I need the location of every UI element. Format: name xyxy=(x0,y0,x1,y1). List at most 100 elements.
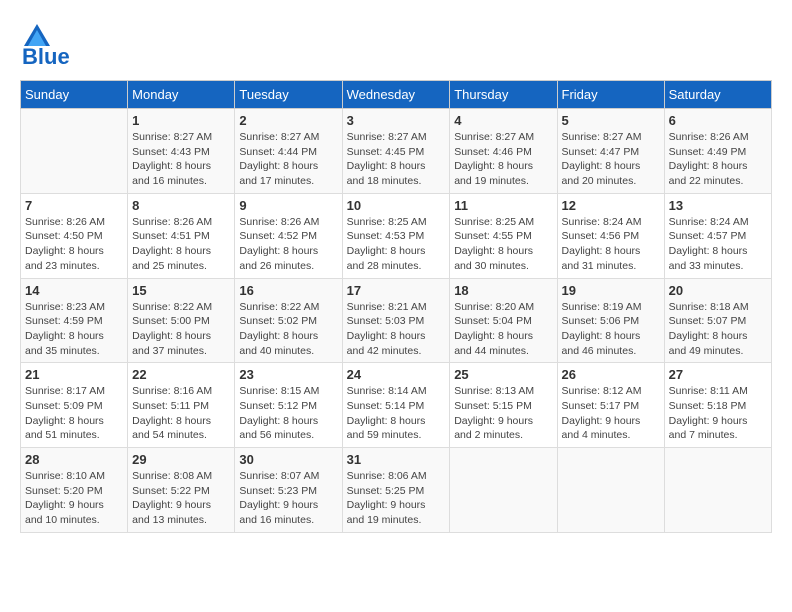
day-info: Sunrise: 8:27 AMSunset: 4:43 PMDaylight:… xyxy=(132,130,230,189)
day-number: 10 xyxy=(347,198,446,213)
calendar-cell: 16Sunrise: 8:22 AMSunset: 5:02 PMDayligh… xyxy=(235,278,342,363)
calendar-cell: 20 Sunrise: 8:18 AMSunset: 5:07 PMDayligh… xyxy=(664,278,771,363)
header-day-thursday: Thursday xyxy=(450,81,557,109)
calendar-table: SundayMondayTuesdayWednesdayThursdayFrid… xyxy=(20,80,772,533)
day-number: 6 xyxy=(669,113,767,128)
calendar-body: 1 Sunrise: 8:27 AMSunset: 4:43 PMDaylight… xyxy=(21,109,772,533)
calendar-cell: 2Sunrise: 8:27 AMSunset: 4:44 PMDaylight… xyxy=(235,109,342,194)
day-info: Sunrise: 8:25 AMSunset: 4:55 PMDaylight:… xyxy=(454,215,552,274)
day-info: Sunrise: 8:26 AMSunset: 4:51 PMDaylight:… xyxy=(132,215,230,274)
calendar-cell: 11 Sunrise: 8:25 AMSunset: 4:55 PMDayligh… xyxy=(450,193,557,278)
day-number: 25 xyxy=(454,367,552,382)
week-row-5: 28 Sunrise: 8:10 AMSunset: 5:20 PMDayligh… xyxy=(21,448,772,533)
day-info: Sunrise: 8:11 AMSunset: 5:18 PMDaylight:… xyxy=(669,384,767,443)
day-number: 13 xyxy=(669,198,767,213)
day-info: Sunrise: 8:26 AMSunset: 4:52 PMDaylight:… xyxy=(239,215,337,274)
day-info: Sunrise: 8:27 AMSunset: 4:47 PMDaylight:… xyxy=(562,130,660,189)
calendar-cell: 1 Sunrise: 8:27 AMSunset: 4:43 PMDaylight… xyxy=(128,109,235,194)
day-number: 21 xyxy=(25,367,123,382)
day-info: Sunrise: 8:17 AMSunset: 5:09 PMDaylight:… xyxy=(25,384,123,443)
calendar-cell: 24Sunrise: 8:14 AMSunset: 5:14 PMDayligh… xyxy=(342,363,450,448)
header-row: SundayMondayTuesdayWednesdayThursdayFrid… xyxy=(21,81,772,109)
calendar-cell: 9 Sunrise: 8:26 AMSunset: 4:52 PMDaylight… xyxy=(235,193,342,278)
day-number: 31 xyxy=(347,452,446,467)
calendar-cell: 3Sunrise: 8:27 AMSunset: 4:45 PMDaylight… xyxy=(342,109,450,194)
day-number: 29 xyxy=(132,452,230,467)
day-number: 5 xyxy=(562,113,660,128)
calendar-cell: 30 Sunrise: 8:07 AMSunset: 5:23 PMDayligh… xyxy=(235,448,342,533)
calendar-cell: 15 Sunrise: 8:22 AMSunset: 5:00 PMDayligh… xyxy=(128,278,235,363)
day-info: Sunrise: 8:06 AMSunset: 5:25 PMDaylight:… xyxy=(347,469,446,528)
day-info: Sunrise: 8:27 AMSunset: 4:45 PMDaylight:… xyxy=(347,130,446,189)
day-info: Sunrise: 8:26 AMSunset: 4:49 PMDaylight:… xyxy=(669,130,767,189)
day-number: 7 xyxy=(25,198,123,213)
calendar-cell: 4Sunrise: 8:27 AMSunset: 4:46 PMDaylight… xyxy=(450,109,557,194)
day-number: 20 xyxy=(669,283,767,298)
calendar-cell: 21 Sunrise: 8:17 AMSunset: 5:09 PMDayligh… xyxy=(21,363,128,448)
calendar-header: SundayMondayTuesdayWednesdayThursdayFrid… xyxy=(21,81,772,109)
calendar-cell: 10 Sunrise: 8:25 AMSunset: 4:53 PMDayligh… xyxy=(342,193,450,278)
day-info: Sunrise: 8:16 AMSunset: 5:11 PMDaylight:… xyxy=(132,384,230,443)
calendar-cell: 18 Sunrise: 8:20 AMSunset: 5:04 PMDayligh… xyxy=(450,278,557,363)
day-info: Sunrise: 8:15 AMSunset: 5:12 PMDaylight:… xyxy=(239,384,337,443)
day-number: 11 xyxy=(454,198,552,213)
day-info: Sunrise: 8:23 AMSunset: 4:59 PMDaylight:… xyxy=(25,300,123,359)
day-info: Sunrise: 8:12 AMSunset: 5:17 PMDaylight:… xyxy=(562,384,660,443)
day-info: Sunrise: 8:18 AMSunset: 5:07 PMDaylight:… xyxy=(669,300,767,359)
day-number: 18 xyxy=(454,283,552,298)
calendar-cell: 28 Sunrise: 8:10 AMSunset: 5:20 PMDayligh… xyxy=(21,448,128,533)
logo-blue: Blue xyxy=(22,44,70,70)
day-number: 1 xyxy=(132,113,230,128)
day-number: 26 xyxy=(562,367,660,382)
day-number: 27 xyxy=(669,367,767,382)
day-number: 14 xyxy=(25,283,123,298)
day-info: Sunrise: 8:19 AMSunset: 5:06 PMDaylight:… xyxy=(562,300,660,359)
day-info: Sunrise: 8:24 AMSunset: 4:57 PMDaylight:… xyxy=(669,215,767,274)
calendar-cell: 5 Sunrise: 8:27 AMSunset: 4:47 PMDaylight… xyxy=(557,109,664,194)
day-number: 23 xyxy=(239,367,337,382)
calendar-cell: 6 Sunrise: 8:26 AMSunset: 4:49 PMDaylight… xyxy=(664,109,771,194)
calendar-cell: 7 Sunrise: 8:26 AMSunset: 4:50 PMDaylight… xyxy=(21,193,128,278)
day-info: Sunrise: 8:10 AMSunset: 5:20 PMDaylight:… xyxy=(25,469,123,528)
calendar-cell: 31 Sunrise: 8:06 AMSunset: 5:25 PMDayligh… xyxy=(342,448,450,533)
header-day-wednesday: Wednesday xyxy=(342,81,450,109)
day-info: Sunrise: 8:22 AMSunset: 5:02 PMDaylight:… xyxy=(239,300,337,359)
day-info: Sunrise: 8:26 AMSunset: 4:50 PMDaylight:… xyxy=(25,215,123,274)
day-info: Sunrise: 8:20 AMSunset: 5:04 PMDaylight:… xyxy=(454,300,552,359)
calendar-cell xyxy=(21,109,128,194)
day-number: 24 xyxy=(347,367,446,382)
day-info: Sunrise: 8:21 AMSunset: 5:03 PMDaylight:… xyxy=(347,300,446,359)
calendar-cell: 27 Sunrise: 8:11 AMSunset: 5:18 PMDayligh… xyxy=(664,363,771,448)
week-row-4: 21 Sunrise: 8:17 AMSunset: 5:09 PMDayligh… xyxy=(21,363,772,448)
day-number: 30 xyxy=(239,452,337,467)
calendar-cell xyxy=(557,448,664,533)
calendar-cell: 29 Sunrise: 8:08 AMSunset: 5:22 PMDayligh… xyxy=(128,448,235,533)
day-number: 28 xyxy=(25,452,123,467)
day-info: Sunrise: 8:13 AMSunset: 5:15 PMDaylight:… xyxy=(454,384,552,443)
day-info: Sunrise: 8:25 AMSunset: 4:53 PMDaylight:… xyxy=(347,215,446,274)
week-row-2: 7 Sunrise: 8:26 AMSunset: 4:50 PMDaylight… xyxy=(21,193,772,278)
day-info: Sunrise: 8:27 AMSunset: 4:44 PMDaylight:… xyxy=(239,130,337,189)
day-number: 4 xyxy=(454,113,552,128)
day-number: 9 xyxy=(239,198,337,213)
logo: Blue xyxy=(20,20,70,70)
day-number: 8 xyxy=(132,198,230,213)
day-info: Sunrise: 8:07 AMSunset: 5:23 PMDaylight:… xyxy=(239,469,337,528)
calendar-cell xyxy=(450,448,557,533)
calendar-cell: 17Sunrise: 8:21 AMSunset: 5:03 PMDayligh… xyxy=(342,278,450,363)
day-info: Sunrise: 8:24 AMSunset: 4:56 PMDaylight:… xyxy=(562,215,660,274)
header-day-saturday: Saturday xyxy=(664,81,771,109)
calendar-cell: 19 Sunrise: 8:19 AMSunset: 5:06 PMDayligh… xyxy=(557,278,664,363)
calendar-cell: 8 Sunrise: 8:26 AMSunset: 4:51 PMDaylight… xyxy=(128,193,235,278)
day-info: Sunrise: 8:22 AMSunset: 5:00 PMDaylight:… xyxy=(132,300,230,359)
day-number: 22 xyxy=(132,367,230,382)
calendar-cell: 12 Sunrise: 8:24 AMSunset: 4:56 PMDayligh… xyxy=(557,193,664,278)
calendar-cell xyxy=(664,448,771,533)
day-number: 19 xyxy=(562,283,660,298)
week-row-1: 1 Sunrise: 8:27 AMSunset: 4:43 PMDaylight… xyxy=(21,109,772,194)
day-number: 15 xyxy=(132,283,230,298)
day-info: Sunrise: 8:08 AMSunset: 5:22 PMDaylight:… xyxy=(132,469,230,528)
calendar-cell: 26 Sunrise: 8:12 AMSunset: 5:17 PMDayligh… xyxy=(557,363,664,448)
week-row-3: 14 Sunrise: 8:23 AMSunset: 4:59 PMDayligh… xyxy=(21,278,772,363)
day-number: 12 xyxy=(562,198,660,213)
